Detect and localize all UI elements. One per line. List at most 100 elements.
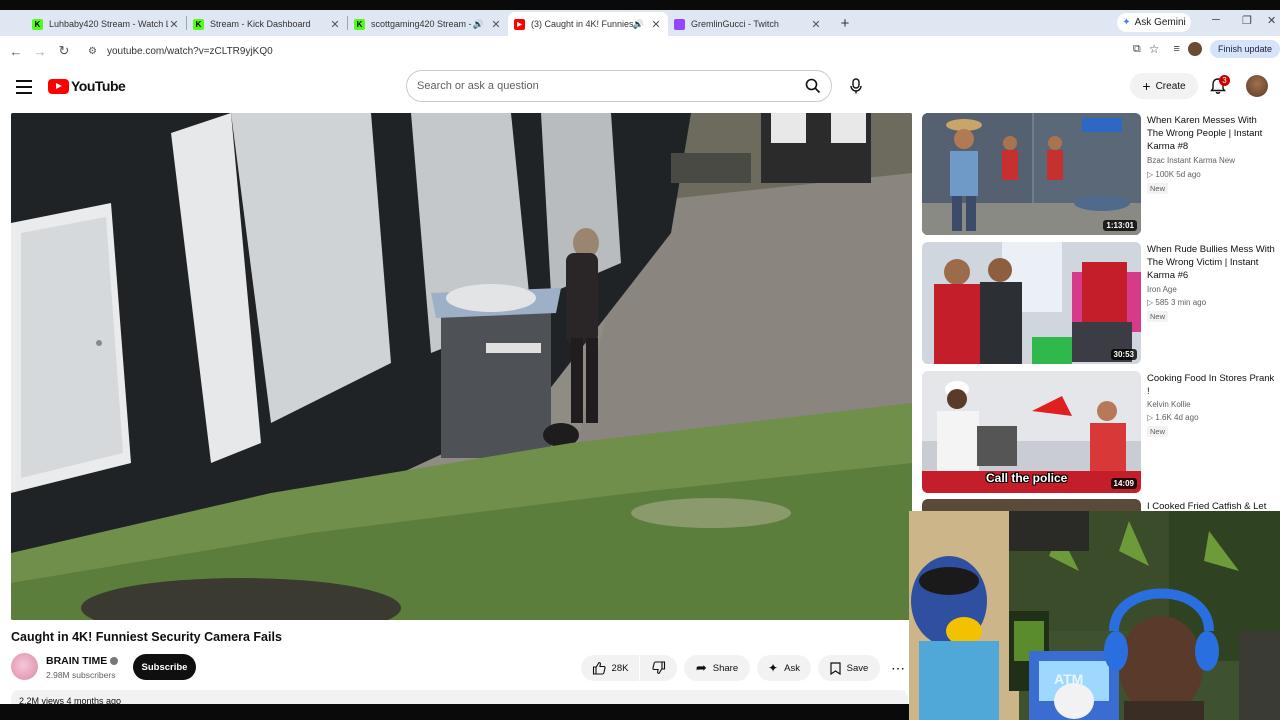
video-title: Caught in 4K! Funniest Security Camera F…: [11, 630, 282, 644]
profile-avatar[interactable]: [1187, 42, 1202, 56]
youtube-wordmark: YouTube: [71, 78, 126, 94]
thumbnail-image: [922, 242, 1141, 364]
omnibox[interactable]: ⚙ youtube.com/watch?v=zCLTR9yjKQ0: [80, 39, 1160, 63]
video-thumbnail[interactable]: 1:13:01: [922, 113, 1141, 235]
channel-name-text: BRAIN TIME: [46, 655, 108, 667]
plus-icon: +: [1142, 78, 1151, 94]
search-placeholder: Search or ask a question: [417, 80, 539, 92]
recommendation-title[interactable]: Cooking Food In Stores Prank !: [1147, 372, 1275, 398]
bookmark-star-icon[interactable]: ☆: [1149, 42, 1160, 56]
close-icon[interactable]: ✕: [810, 18, 822, 31]
channel-name[interactable]: BRAIN TIME: [46, 655, 119, 667]
media-control-icon[interactable]: ≡: [1174, 43, 1180, 55]
like-button[interactable]: 28K: [581, 655, 639, 681]
recommendation-channel[interactable]: Kelvin Kollie: [1147, 400, 1191, 409]
ask-label: Ask: [784, 662, 800, 674]
kick-icon: K: [354, 18, 365, 30]
new-badge: New: [1147, 426, 1169, 437]
like-count: 28K: [611, 662, 629, 674]
close-icon[interactable]: ✕: [490, 18, 502, 31]
minimize-icon[interactable]: ─: [1212, 14, 1220, 26]
create-label: Create: [1155, 80, 1186, 92]
recommendation-meta: ▷ 1.6K 4d ago: [1147, 413, 1199, 422]
share-icon: ➦: [695, 660, 707, 675]
share-button[interactable]: ➦ Share: [684, 655, 750, 681]
microphone-icon[interactable]: [842, 72, 870, 100]
recommendation-meta: ▷ 100K 5d ago: [1147, 170, 1201, 179]
speaker-icon[interactable]: 🔊: [633, 19, 644, 30]
sparkle-icon: ✦: [1122, 17, 1131, 28]
webcam-overlay: ATM: [909, 511, 1280, 720]
recommendation-item[interactable]: Call the police 14:09 Cooking Food In St…: [922, 371, 1275, 493]
create-button[interactable]: + Create: [1130, 73, 1198, 99]
nav-right-controls: ⧉ ☆ ≡ Finish update: [1133, 40, 1280, 58]
recommendation-title[interactable]: When Karen Messes With The Wrong People …: [1147, 114, 1275, 153]
top-bezel: [0, 0, 1280, 10]
tab-strip: K Luhbaby420 Stream - Watch Li ✕ K Strea…: [0, 10, 1280, 36]
sparkle-icon: ✦: [768, 661, 779, 675]
tab-kick-dashboard[interactable]: K Stream - Kick Dashboard ✕: [187, 12, 347, 36]
bookmark-icon: [830, 661, 841, 675]
video-thumbnail[interactable]: 30:53: [922, 242, 1141, 364]
screen: K Luhbaby420 Stream - Watch Li ✕ K Strea…: [0, 0, 1280, 720]
new-badge: New: [1147, 183, 1169, 194]
notification-badge: 3: [1219, 75, 1230, 86]
close-icon[interactable]: ✕: [329, 18, 341, 31]
recommendation-channel[interactable]: Bzac Instant Karma New: [1147, 156, 1235, 165]
close-window-icon[interactable]: ✕: [1267, 14, 1276, 27]
youtube-play-icon: [48, 78, 69, 94]
url-text: youtube.com/watch?v=zCLTR9yjKQ0: [106, 45, 273, 57]
video-player[interactable]: [11, 113, 912, 620]
video-frame: [11, 113, 912, 620]
close-icon[interactable]: ✕: [168, 18, 180, 31]
neon-sign-text: ATM: [1054, 671, 1084, 687]
tab-twitch[interactable]: GremlinGucci - Twitch ✕: [668, 12, 828, 36]
youtube-logo[interactable]: YouTube: [48, 78, 126, 94]
recommendation-item[interactable]: 1:13:01 When Karen Messes With The Wrong…: [922, 113, 1272, 235]
tab-luhbaby[interactable]: K Luhbaby420 Stream - Watch Li ✕: [26, 12, 186, 36]
save-button[interactable]: Save: [818, 655, 880, 681]
video-thumbnail[interactable]: Call the police 14:09: [922, 371, 1141, 493]
reload-icon[interactable]: ↻: [52, 43, 76, 59]
duration-badge: 30:53: [1110, 349, 1137, 360]
verified-icon: [110, 657, 119, 666]
forward-icon[interactable]: →: [28, 44, 52, 59]
tab-scottgaming[interactable]: K scottgaming420 Stream - W 🔊 ✕: [348, 12, 508, 36]
finish-update-button[interactable]: Finish update: [1209, 40, 1280, 58]
speaker-icon[interactable]: 🔊: [473, 19, 484, 30]
search-icon[interactable]: [805, 78, 821, 94]
search-input[interactable]: Search or ask a question: [406, 70, 832, 102]
thumbnail-overlay-text: Call the police: [986, 471, 1068, 485]
restore-icon[interactable]: ❐: [1242, 14, 1252, 27]
install-icon[interactable]: ⧉: [1133, 43, 1141, 56]
new-tab-button[interactable]: +: [834, 15, 856, 32]
address-bar-row: ← → ↻ ⚙ youtube.com/watch?v=zCLTR9yjKQ0 …: [0, 36, 1280, 66]
kick-icon: K: [193, 18, 204, 30]
recommendation-title[interactable]: When Rude Bullies Mess With The Wrong Vi…: [1147, 243, 1275, 282]
tab-title: Stream - Kick Dashboard: [210, 19, 311, 29]
recommendation-channel[interactable]: Iron Age: [1147, 285, 1177, 294]
ask-gemini-button[interactable]: ✦ Ask Gemini: [1117, 13, 1191, 32]
ask-button[interactable]: ✦ Ask: [757, 655, 811, 681]
duration-badge: 14:09: [1110, 478, 1137, 489]
kick-icon: K: [32, 18, 43, 30]
share-label: Share: [712, 662, 739, 674]
user-avatar[interactable]: [1246, 75, 1268, 97]
youtube-header: YouTube Search or ask a question + Creat…: [0, 66, 1280, 110]
thumbs-down-icon: [651, 661, 665, 675]
recommendation-item[interactable]: 30:53 When Rude Bullies Mess With The Wr…: [922, 242, 1275, 364]
close-icon[interactable]: ✕: [650, 18, 662, 31]
webcam-feed: [909, 511, 1280, 720]
more-actions-icon[interactable]: ⋯: [886, 655, 910, 681]
dislike-button[interactable]: [640, 655, 677, 681]
channel-avatar[interactable]: [11, 653, 38, 680]
ask-gemini-label: Ask Gemini: [1134, 17, 1186, 28]
site-info-icon[interactable]: ⚙: [88, 46, 97, 57]
bottom-bezel: [0, 704, 909, 720]
thumbs-up-icon: [592, 661, 606, 675]
tab-title: Luhbaby420 Stream - Watch Li: [49, 19, 168, 29]
back-icon[interactable]: ←: [4, 44, 28, 59]
tab-youtube-active[interactable]: ▶ (3) Caught in 4K! Funniest S 🔊 ✕: [508, 12, 668, 36]
menu-icon[interactable]: [16, 80, 32, 94]
subscribe-button[interactable]: Subscribe: [133, 654, 196, 680]
